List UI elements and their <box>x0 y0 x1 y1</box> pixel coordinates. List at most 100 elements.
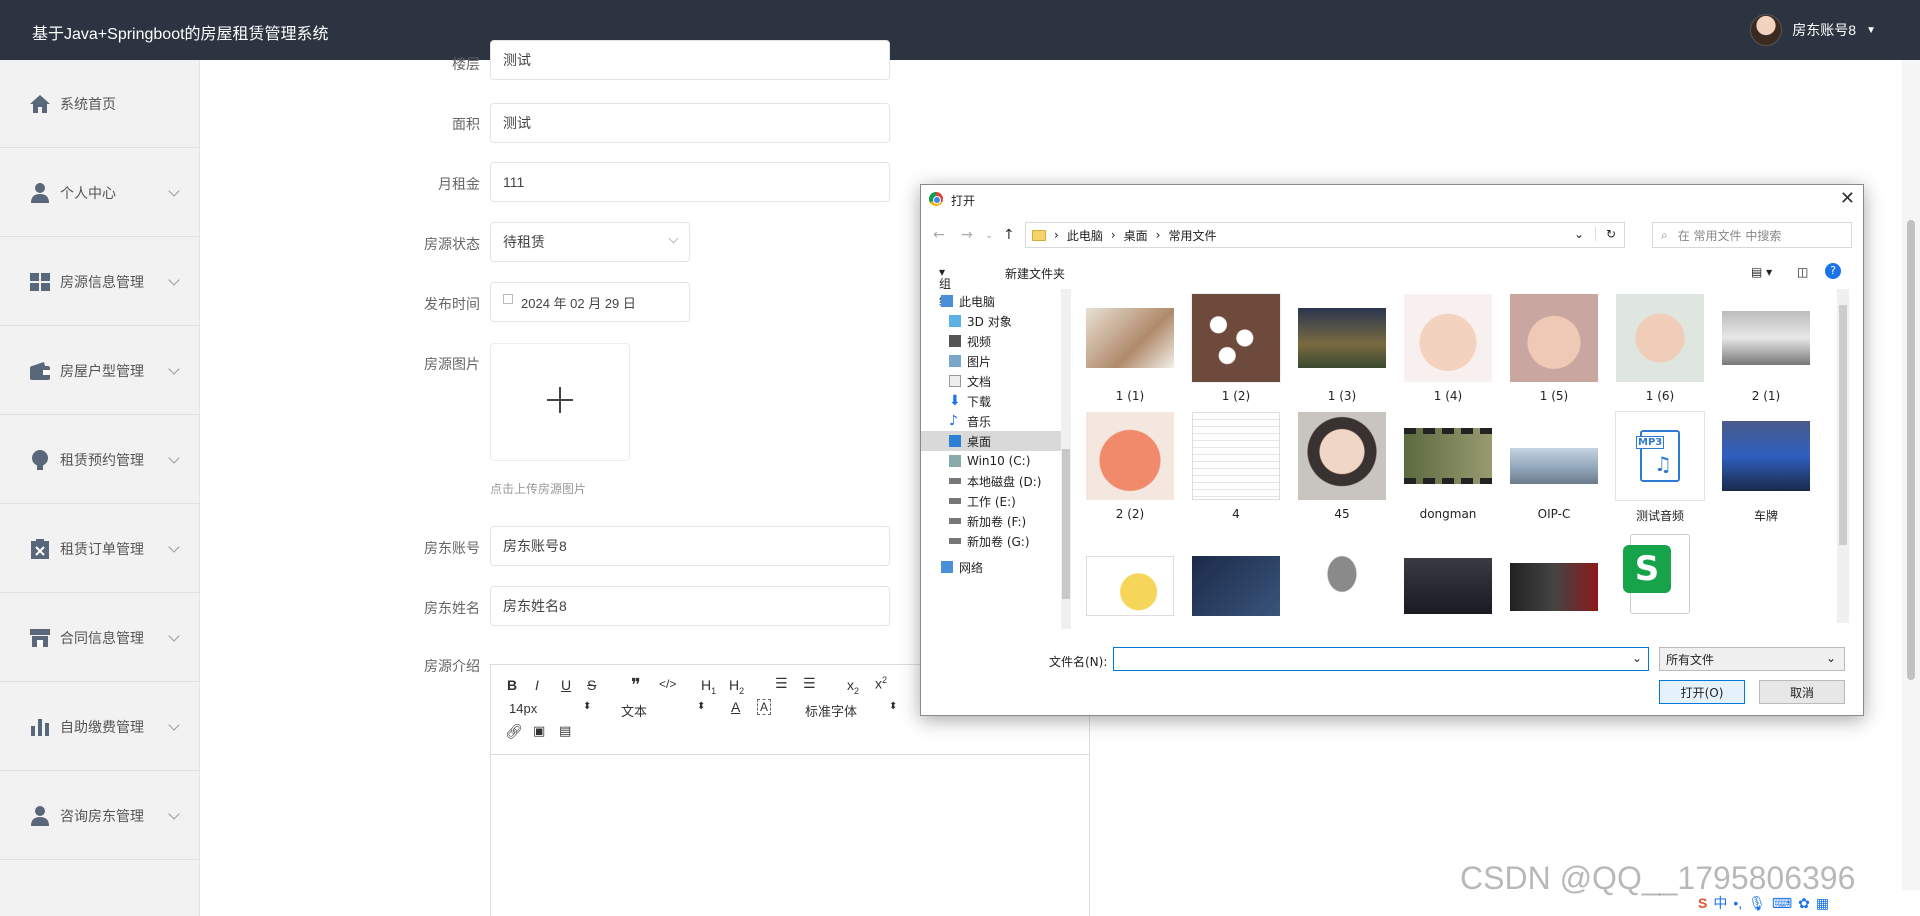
image-upload[interactable] <box>490 343 630 461</box>
file-item[interactable]: 车牌 <box>1713 407 1813 525</box>
block-type-arrows-icon[interactable]: ⬍ <box>697 701 705 712</box>
forward-arrow-icon[interactable]: → <box>961 227 973 243</box>
page-scrollbar[interactable] <box>1902 60 1920 916</box>
file-item[interactable]: 4 <box>1183 407 1283 525</box>
file-item[interactable]: 2 (2) <box>1077 407 1177 525</box>
bold-icon[interactable]: B <box>507 677 517 693</box>
sidebar-item-layouts[interactable]: 房屋户型管理 <box>0 327 200 415</box>
ime-mode-label[interactable]: 中 <box>1713 893 1727 913</box>
bullet-list-icon[interactable]: ☰ <box>803 675 816 692</box>
tree-drive-c[interactable]: Win10 (C:) <box>921 451 1061 471</box>
font-family-select[interactable]: 标准字体 <box>805 701 857 720</box>
toolbox-icon[interactable]: ▦ <box>1816 895 1829 912</box>
new-folder-button[interactable]: 新建文件夹 <box>1005 265 1065 282</box>
file-item[interactable]: S <box>1607 525 1707 623</box>
filetype-select[interactable]: 所有文件 ⌄ <box>1659 647 1845 671</box>
tree-network[interactable]: 网络 <box>921 557 1061 577</box>
search-box[interactable]: ⌕ 在 常用文件 中搜索 <box>1652 222 1852 248</box>
link-icon[interactable]: 🔗︎ <box>505 723 523 740</box>
tree-desktop[interactable]: 桌面 <box>921 431 1061 451</box>
tree-3d-objects[interactable]: 3D 对象 <box>921 311 1061 331</box>
sidebar-item-inquiries[interactable]: 咨询房东管理 <box>0 772 200 860</box>
user-label[interactable]: 房东账号8 <box>1792 20 1856 40</box>
ordered-list-icon[interactable]: ☰ <box>775 675 788 692</box>
view-options-icon[interactable]: ▤ ▾ <box>1751 265 1772 279</box>
quote-icon[interactable]: ❞ <box>631 675 641 696</box>
sidebar-item-profile[interactable]: 个人中心 <box>0 149 200 237</box>
caret-down-icon[interactable]: ▼ <box>1866 25 1876 36</box>
refresh-icon[interactable]: ↻ <box>1594 227 1616 241</box>
file-item[interactable]: 1 (4) <box>1395 289 1495 407</box>
filename-input[interactable]: ⌄ <box>1113 647 1649 671</box>
breadcrumb-common-files[interactable]: 常用文件 <box>1168 227 1216 244</box>
date-picker[interactable]: 2024 年 02 月 29 日 <box>490 282 690 322</box>
tree-drive-g[interactable]: 新加卷 (G:) <box>921 531 1061 551</box>
dropdown-chevron-icon[interactable]: ⌄ <box>1574 227 1584 241</box>
tree-pictures[interactable]: 图片 <box>921 351 1061 371</box>
tree-drive-d[interactable]: 本地磁盘 (D:) <box>921 471 1061 491</box>
file-item[interactable]: 45 <box>1289 407 1389 525</box>
punctuation-icon[interactable]: •, <box>1733 895 1742 911</box>
sidebar-item-contracts[interactable]: 合同信息管理 <box>0 594 200 682</box>
area-field[interactable]: 测试 <box>490 103 890 143</box>
skin-icon[interactable]: ✿ <box>1798 895 1810 912</box>
tree-drive-f[interactable]: 新加卷 (F:) <box>921 511 1061 531</box>
dropdown-chevron-icon[interactable]: ⌄ <box>1632 651 1642 665</box>
file-item[interactable] <box>1289 525 1389 623</box>
file-item[interactable]: 1 (6) <box>1607 289 1707 407</box>
heading2-icon[interactable]: H2 <box>729 677 744 696</box>
file-item[interactable]: 1 (5) <box>1501 289 1601 407</box>
name-field[interactable]: 房东姓名8 <box>490 586 890 626</box>
background-color-icon[interactable]: A <box>757 699 772 715</box>
rent-field[interactable]: 111 <box>490 162 890 202</box>
file-item[interactable]: MP3 ♫ 测试音频 <box>1607 407 1707 525</box>
tree-documents[interactable]: 文档 <box>921 371 1061 391</box>
cancel-button[interactable]: 取消 <box>1759 680 1845 704</box>
up-arrow-icon[interactable]: ↑ <box>1003 227 1015 243</box>
video-icon[interactable]: ▤ <box>559 723 571 739</box>
file-item[interactable]: dongman <box>1395 407 1495 525</box>
file-item[interactable] <box>1183 525 1283 623</box>
tree-scrollbar-thumb[interactable] <box>1062 449 1070 599</box>
file-item[interactable]: 2 (1) <box>1713 289 1813 407</box>
tree-music[interactable]: ♪ 音乐 <box>921 411 1061 431</box>
file-item[interactable] <box>1501 525 1601 623</box>
status-select[interactable]: 待租赁 <box>490 222 690 262</box>
floor-field[interactable]: 测试 <box>490 40 890 80</box>
grid-scrollbar-thumb[interactable] <box>1839 305 1847 545</box>
sogou-ime-icon[interactable]: S <box>1698 895 1707 911</box>
sidebar-item-orders[interactable]: 租赁订单管理 <box>0 505 200 593</box>
breadcrumb-desktop[interactable]: 桌面 <box>1124 227 1148 244</box>
superscript-icon[interactable]: x2 <box>875 675 887 692</box>
underline-icon[interactable]: U <box>561 677 571 693</box>
breadcrumb-this-pc[interactable]: 此电脑 <box>1067 227 1103 244</box>
sidebar-item-reservations[interactable]: 租赁预约管理 <box>0 416 200 504</box>
font-size-select[interactable]: 14px <box>509 701 537 716</box>
sidebar-item-listings[interactable]: 房源信息管理 <box>0 238 200 326</box>
open-button[interactable]: 打开(O) <box>1659 680 1745 704</box>
file-item[interactable]: 1 (2) <box>1183 289 1283 407</box>
image-icon[interactable]: ▣ <box>533 723 545 739</box>
font-color-icon[interactable]: A <box>731 699 740 715</box>
strikethrough-icon[interactable]: S <box>587 677 596 693</box>
user-menu[interactable]: 房东账号8 ▼ <box>1750 14 1876 46</box>
code-icon[interactable]: </> <box>659 677 676 691</box>
italic-icon[interactable]: I <box>535 677 539 693</box>
file-item[interactable]: OIP-C <box>1501 407 1601 525</box>
grid-scrollbar[interactable] <box>1837 289 1849 623</box>
file-item[interactable] <box>1395 525 1495 623</box>
sidebar-item-payments[interactable]: 自助缴费管理 <box>0 683 200 771</box>
tree-scrollbar[interactable] <box>1061 289 1071 629</box>
file-item[interactable]: 1 (1) <box>1077 289 1177 407</box>
microphone-icon[interactable]: 🎙︎ <box>1748 895 1766 912</box>
tree-downloads[interactable]: ⬇ 下载 <box>921 391 1061 411</box>
preview-pane-icon[interactable]: ◫ <box>1797 265 1808 279</box>
tree-this-pc[interactable]: 此电脑 <box>921 291 1061 311</box>
heading1-icon[interactable]: H1 <box>701 677 716 696</box>
font-family-arrows-icon[interactable]: ⬍ <box>889 701 897 712</box>
subscript-icon[interactable]: x2 <box>847 677 859 696</box>
tree-drive-e[interactable]: 工作 (E:) <box>921 491 1061 511</box>
back-arrow-icon[interactable]: ← <box>933 227 945 243</box>
close-icon[interactable]: ✕ <box>1840 188 1855 209</box>
keyboard-icon[interactable]: ⌨︎ <box>1772 895 1792 912</box>
